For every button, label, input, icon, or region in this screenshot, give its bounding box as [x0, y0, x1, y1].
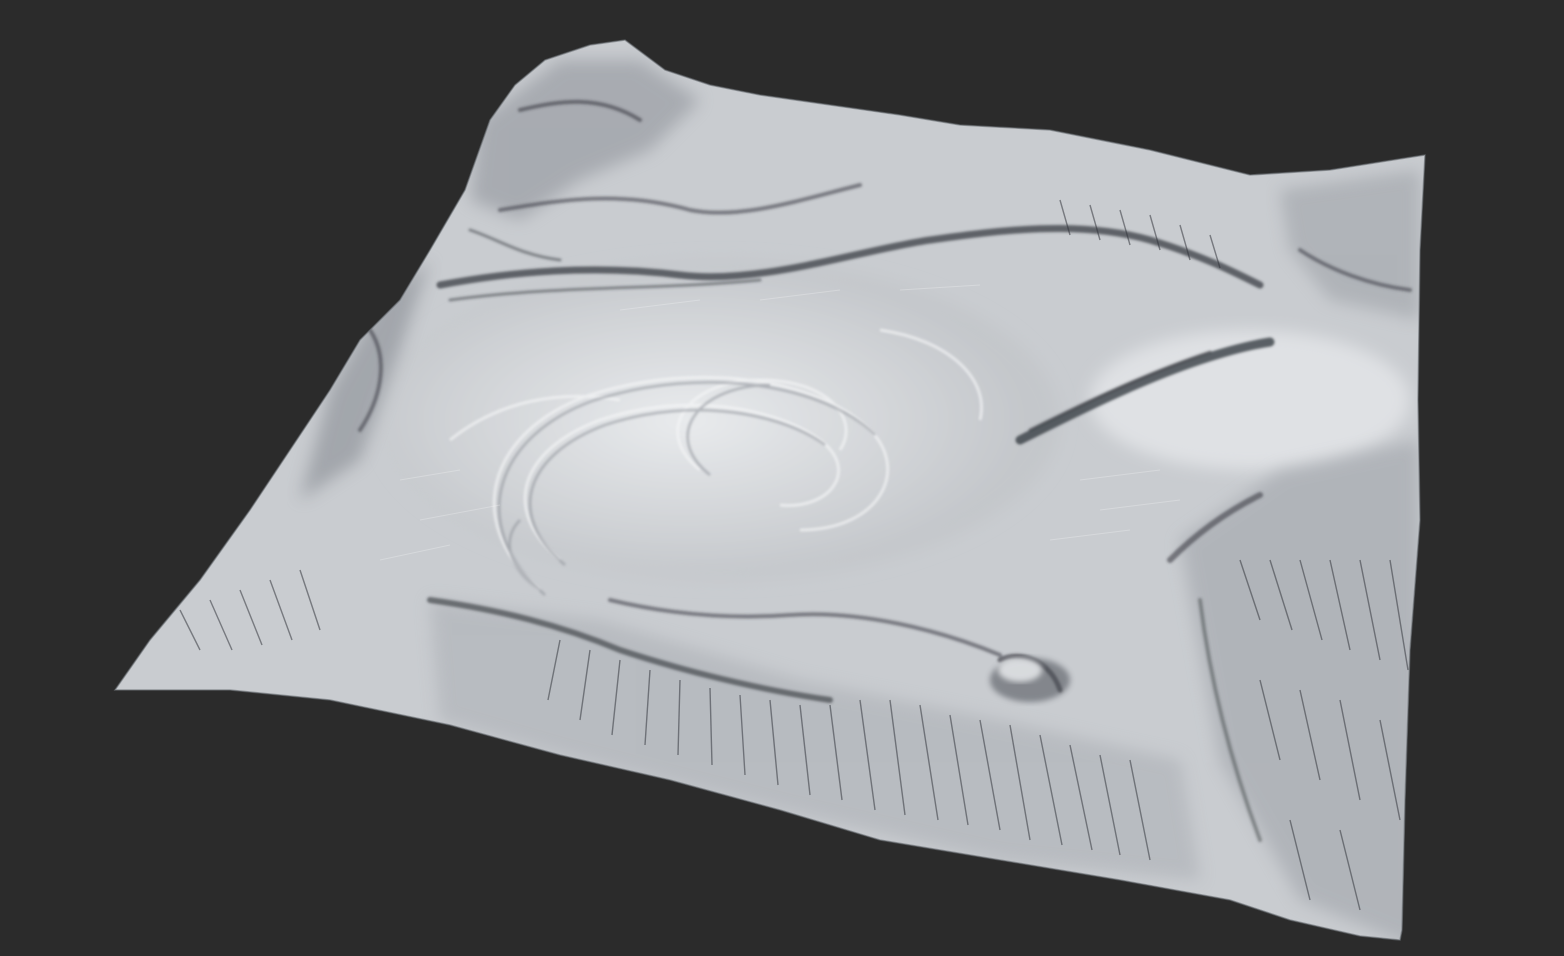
- eastern-basin: [1090, 330, 1410, 470]
- render-viewport: [0, 0, 1564, 956]
- terrain-render: [113, 39, 1426, 941]
- central-peak: [990, 658, 1070, 702]
- terrain-surface: [115, 40, 1425, 940]
